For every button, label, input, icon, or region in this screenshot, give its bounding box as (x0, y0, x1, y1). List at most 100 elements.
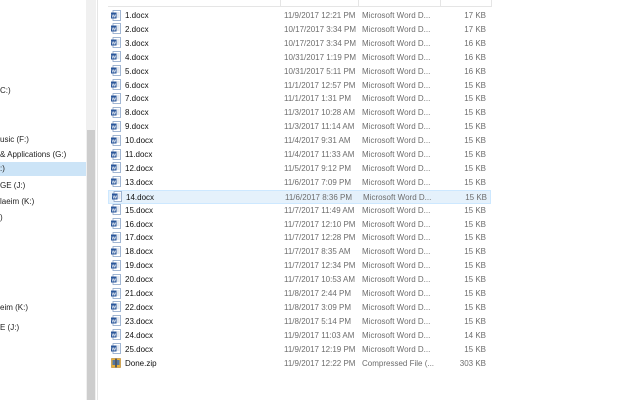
file-name-cell[interactable]: W 13.docx (111, 176, 281, 190)
file-name-cell[interactable]: W 24.docx (111, 329, 281, 343)
file-name-cell[interactable]: W 11.docx (111, 148, 281, 162)
pane-divider[interactable] (97, 0, 98, 400)
word-document-icon: W (111, 134, 121, 146)
file-name-cell[interactable]: W 23.docx (111, 315, 281, 329)
file-name: 7.docx (125, 94, 149, 104)
file-row[interactable]: W 15.docx 11/7/2017 11:49 AM Microsoft Word… (108, 204, 491, 218)
date-modified-cell: 10/17/2017 3:34 PM (284, 24, 357, 34)
file-type-cell: Microsoft Word D... (362, 52, 431, 62)
date-modified-cell: 10/31/2017 5:11 PM (284, 66, 356, 76)
file-type-cell: Microsoft Word D... (362, 316, 431, 326)
file-type-cell: Microsoft Word D... (362, 66, 431, 76)
file-row[interactable]: W 5.docx 10/31/2017 5:11 PM Microsoft Word … (108, 65, 491, 79)
file-name-cell[interactable]: W 19.docx (111, 259, 281, 273)
file-row[interactable]: W 22.docx 11/8/2017 3:09 PM Microsoft Word … (108, 301, 491, 315)
nav-item[interactable]: C:) (0, 84, 86, 98)
nav-item[interactable]: laeim (K:) (0, 195, 86, 209)
date-modified-cell: 11/7/2017 12:10 PM (284, 219, 356, 229)
file-row[interactable]: W 9.docx 11/3/2017 11:14 AM Microsoft Word … (108, 120, 491, 134)
file-name-cell[interactable]: W 22.docx (111, 301, 281, 315)
column-separator[interactable] (491, 0, 492, 6)
file-size-cell: 15 KB (464, 150, 486, 159)
file-name-cell[interactable]: W 18.docx (111, 245, 281, 259)
file-row[interactable]: W 13.docx 11/6/2017 7:09 PM Microsoft Word … (108, 176, 491, 190)
file-row[interactable]: W 25.docx 11/9/2017 12:19 PM Microsoft Word… (108, 343, 491, 357)
file-row[interactable]: W 10.docx 11/4/2017 9:31 AM Microsoft Word … (108, 134, 491, 148)
nav-item[interactable]: usic (F:) (0, 133, 86, 147)
date-modified-cell: 11/9/2017 12:19 PM (284, 344, 356, 354)
nav-item[interactable]: GE (J:) (0, 179, 86, 193)
file-name-cell[interactable]: W 12.docx (111, 162, 281, 176)
file-name-cell[interactable]: W 3.docx (111, 37, 281, 51)
nav-item[interactable]: E (J:) (0, 321, 86, 335)
file-row[interactable]: W 19.docx 11/7/2017 12:34 PM Microsoft Word… (108, 259, 491, 273)
nav-item[interactable]: eim (K:) (0, 301, 86, 315)
file-name-cell[interactable]: W 15.docx (111, 204, 281, 218)
file-row[interactable]: W 8.docx 11/3/2017 10:28 AM Microsoft Word … (108, 106, 491, 120)
file-name-cell[interactable]: W 5.docx (111, 65, 281, 79)
file-row[interactable]: W 14.docx 11/6/2017 8:36 PM Microsoft Word … (108, 189, 491, 205)
file-row[interactable]: W 6.docx 11/1/2017 12:57 PM Microsoft Word … (108, 79, 491, 93)
column-separator[interactable] (440, 0, 441, 6)
column-separator[interactable] (358, 0, 359, 6)
file-row[interactable]: W 11.docx 11/4/2017 11:33 AM Microsoft Word… (108, 148, 491, 162)
nav-item[interactable]: ) (0, 211, 86, 225)
word-document-icon: W (111, 176, 121, 188)
file-name-cell[interactable]: W 14.docx (112, 191, 282, 205)
file-row[interactable]: W 16.docx 11/7/2017 12:10 PM Microsoft Word… (108, 218, 491, 232)
svg-text:W: W (112, 55, 117, 60)
file-row[interactable]: W 20.docx 11/7/2017 10:53 AM Microsoft Word… (108, 273, 491, 287)
file-row[interactable]: Done.zip 11/9/2017 12:22 PM Compressed Fil… (108, 357, 491, 371)
file-name: 5.docx (125, 66, 149, 76)
file-name-cell[interactable]: W 2.docx (111, 23, 281, 37)
file-name-cell[interactable]: W 1.docx (111, 9, 281, 23)
file-row[interactable]: W 17.docx 11/7/2017 12:28 PM Microsoft Word… (108, 231, 491, 245)
file-size-cell: 15 KB (464, 205, 486, 215)
file-name-cell[interactable]: W 20.docx (111, 273, 281, 287)
file-name-cell[interactable]: W 21.docx (111, 287, 281, 301)
file-size-cell: 15 KB (464, 177, 486, 187)
file-name-cell[interactable]: W 10.docx (111, 134, 281, 148)
word-document-icon: W (111, 218, 121, 229)
file-name-cell[interactable]: W 7.docx (111, 92, 281, 106)
file-name-cell[interactable]: W 17.docx (111, 231, 281, 245)
file-row[interactable]: W 3.docx 10/17/2017 3:34 PM Microsoft Word … (108, 37, 491, 51)
file-name: 20.docx (125, 275, 154, 285)
file-row[interactable]: W 4.docx 10/31/2017 1:19 PM Microsoft Word … (108, 51, 491, 65)
date-modified-cell: 11/7/2017 12:28 PM (284, 233, 356, 243)
word-document-icon: W (111, 79, 121, 90)
word-document-icon: W (111, 92, 121, 104)
file-name-cell[interactable]: W 8.docx (111, 106, 281, 120)
file-row[interactable]: W 24.docx 11/9/2017 11:03 AM Microsoft Word… (108, 329, 491, 343)
svg-text:W: W (112, 13, 117, 18)
file-name: 3.docx (125, 38, 149, 48)
file-row[interactable]: W 7.docx 11/1/2017 1:31 PM Microsoft Word D… (108, 92, 491, 106)
file-row[interactable]: W 23.docx 11/8/2017 5:14 PM Microsoft Word … (108, 315, 491, 329)
file-name-cell[interactable]: W 25.docx (111, 343, 281, 357)
file-name-cell[interactable]: W 16.docx (111, 218, 281, 232)
file-size-cell: 15 KB (464, 344, 486, 354)
nav-item[interactable]: & Applications (G:) (0, 148, 86, 162)
file-size-cell: 15 KB (464, 219, 486, 229)
file-row[interactable]: W 2.docx 10/17/2017 3:34 PM Microsoft Word … (108, 23, 491, 37)
date-modified-cell: 11/9/2017 12:22 PM (284, 358, 356, 368)
file-list: W 1.docx 11/9/2017 12:21 PM Microsoft Word … (108, 0, 492, 400)
file-type-cell: Microsoft Word D... (362, 344, 431, 354)
file-name-cell[interactable]: W 9.docx (111, 120, 281, 134)
file-row[interactable]: W 18.docx 11/7/2017 8:35 AM Microsoft Word … (108, 245, 491, 259)
file-name-cell[interactable]: W 4.docx (111, 51, 281, 65)
svg-text:W: W (112, 235, 117, 240)
file-name-cell[interactable]: W 6.docx (111, 79, 281, 93)
navigation-pane-scroll-thumb[interactable] (87, 130, 95, 400)
word-document-icon: W (111, 273, 121, 285)
file-row[interactable]: W 12.docx 11/5/2017 9:12 PM Microsoft Word … (108, 162, 491, 176)
file-name-cell[interactable]: Done.zip (111, 357, 281, 371)
word-document-icon: W (111, 259, 121, 271)
svg-text:W: W (112, 110, 117, 115)
file-row[interactable]: W 21.docx 11/8/2017 2:44 PM Microsoft Word … (108, 287, 491, 301)
svg-text:W: W (112, 180, 117, 185)
column-separator[interactable] (280, 0, 281, 6)
file-name: 16.docx (125, 219, 154, 229)
nav-item[interactable]: :) (0, 162, 86, 176)
file-row[interactable]: W 1.docx 11/9/2017 12:21 PM Microsoft Word … (108, 9, 491, 23)
